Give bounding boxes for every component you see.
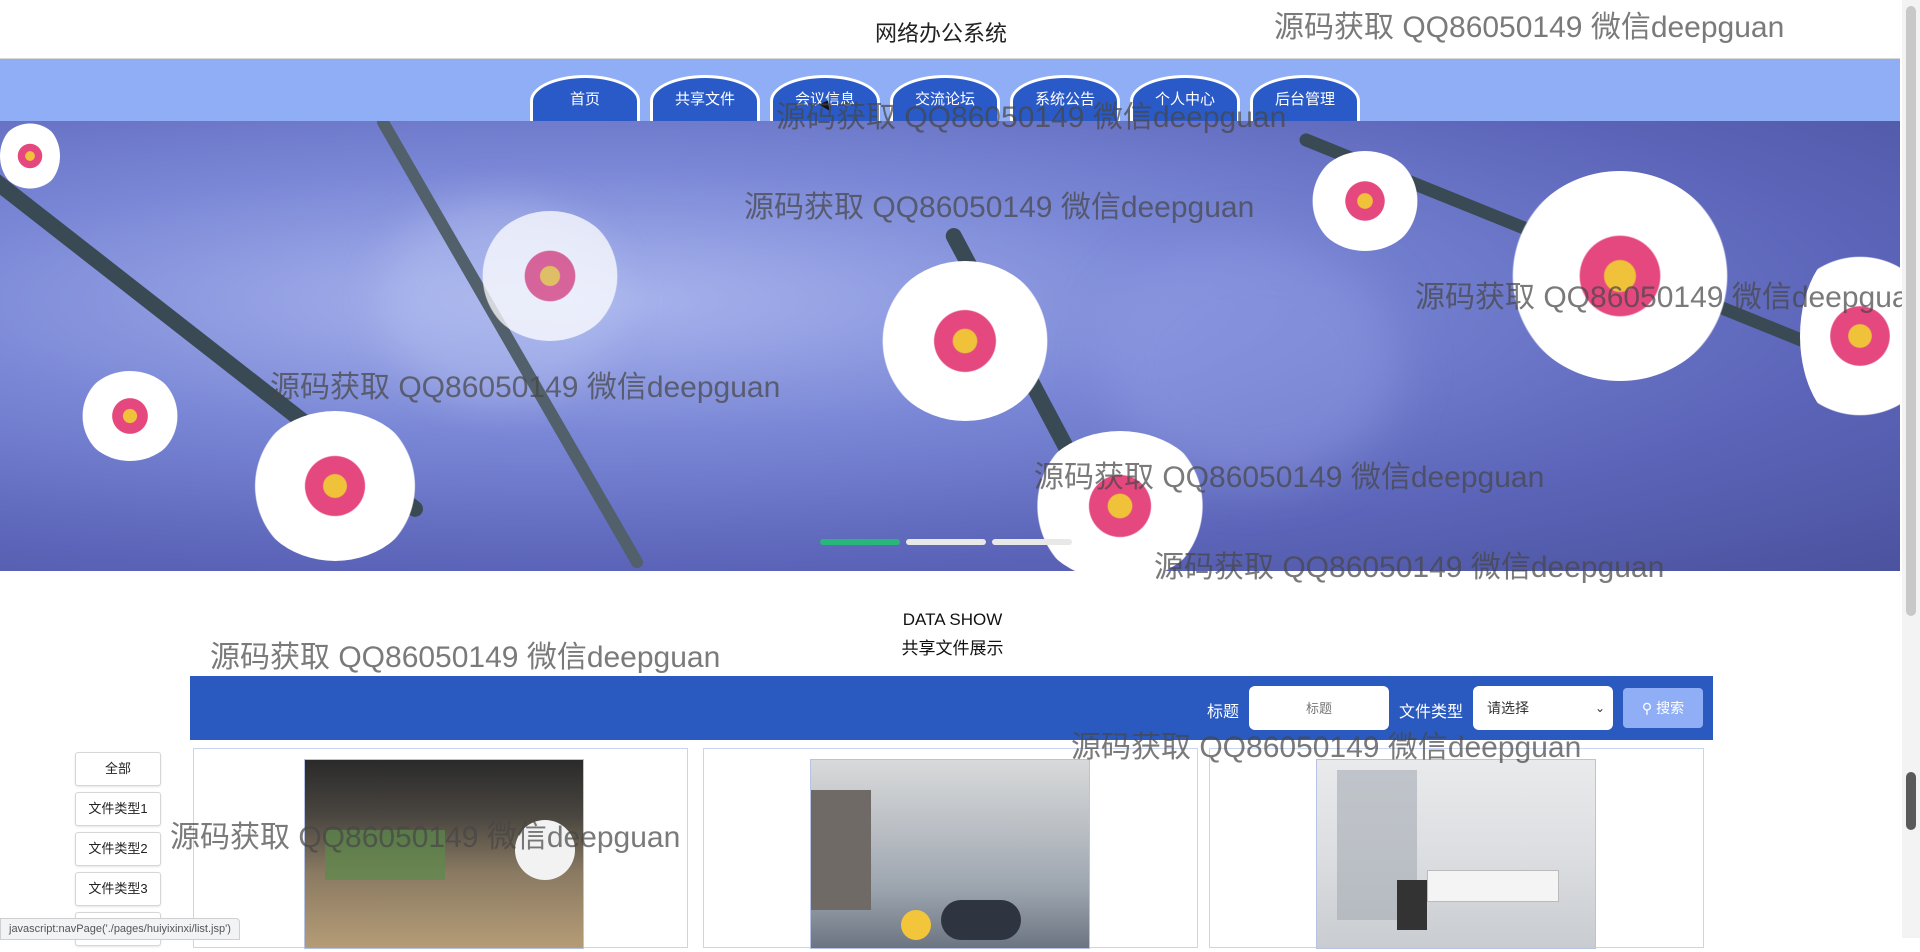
wall-poster — [811, 790, 871, 910]
banner-carousel[interactable] — [0, 121, 1900, 571]
lounge-chair — [941, 900, 1021, 940]
search-icon: ⚲ — [1641, 700, 1653, 716]
carousel-dot[interactable] — [820, 539, 900, 545]
browser-status-bar: javascript:navPage('./pages/huiyixinxi/l… — [0, 918, 240, 940]
nav-tab-home[interactable]: 首页 — [530, 75, 640, 121]
search-button[interactable]: ⚲ 搜索 — [1623, 688, 1703, 728]
file-card[interactable] — [193, 748, 688, 949]
nav-tab-shared-files[interactable]: 共享文件 — [650, 75, 760, 121]
scrollbar-thumb[interactable] — [1906, 772, 1916, 830]
main-nav: 首页 共享文件 会议信息 交流论坛 系统公告 个人中心 后台管理 — [0, 59, 1900, 121]
nav-tab-personal-center[interactable]: 个人中心 — [1130, 75, 1240, 121]
file-card[interactable] — [1209, 748, 1704, 949]
section-title-zh: 共享文件展示 — [901, 639, 1004, 658]
nav-tabs: 首页 共享文件 会议信息 交流论坛 系统公告 个人中心 后台管理 — [530, 75, 1360, 121]
section-title-en: DATA SHOW — [902, 610, 1003, 629]
carousel-indicators — [820, 539, 1072, 545]
file-type-label: 文件类型 — [1399, 704, 1464, 721]
category-all[interactable]: 全部 — [75, 752, 161, 786]
file-type-select[interactable]: 请选择 ⌄ — [1473, 686, 1613, 730]
nav-tab-announcements[interactable]: 系统公告 — [1010, 75, 1120, 121]
file-type-selected: 请选择 — [1487, 700, 1529, 716]
section-heading: DATA SHOW 共享文件展示 — [0, 610, 1905, 659]
title-label: 标题 — [1207, 704, 1240, 721]
file-thumbnail[interactable] — [1316, 759, 1596, 949]
blossom-flower — [250, 411, 420, 561]
meeting-table — [1427, 870, 1559, 902]
nav-tab-forum[interactable]: 交流论坛 — [890, 75, 1000, 121]
file-card[interactable] — [703, 748, 1198, 949]
carousel-dot[interactable] — [906, 539, 986, 545]
category-type-1[interactable]: 文件类型1 — [75, 792, 161, 826]
file-thumbnail[interactable] — [304, 759, 584, 949]
category-type-2[interactable]: 文件类型2 — [75, 832, 161, 866]
blossom-flower — [1510, 171, 1730, 381]
category-type-3[interactable]: 文件类型3 — [75, 872, 161, 906]
office-plants — [325, 830, 445, 880]
chevron-down-icon: ⌄ — [1594, 701, 1605, 715]
blossom-flower — [480, 211, 620, 341]
scrollbar-track-highlight — [1906, 6, 1916, 616]
site-title: 网络办公系统 — [874, 21, 1007, 46]
nav-tab-admin[interactable]: 后台管理 — [1250, 75, 1360, 121]
file-thumbnail[interactable] — [810, 759, 1090, 949]
yellow-chair — [901, 910, 931, 940]
search-bar: 标题 文件类型 请选择 ⌄ ⚲ 搜索 — [190, 676, 1713, 740]
page-scrollbar[interactable] — [1902, 0, 1920, 938]
blossom-flower — [1030, 431, 1210, 571]
blossom-flower — [1310, 151, 1420, 251]
blossom-flower — [80, 371, 180, 461]
search-button-label: 搜索 — [1656, 700, 1685, 716]
top-header: 网络办公系统 — [0, 0, 1900, 59]
carousel-dot[interactable] — [992, 539, 1072, 545]
title-search-input[interactable] — [1249, 686, 1389, 730]
blossom-flower — [880, 261, 1050, 421]
blossom-flower — [0, 121, 60, 191]
office-chair — [1397, 880, 1427, 930]
brain-logo — [515, 820, 575, 880]
blossom-flower — [1800, 241, 1900, 431]
